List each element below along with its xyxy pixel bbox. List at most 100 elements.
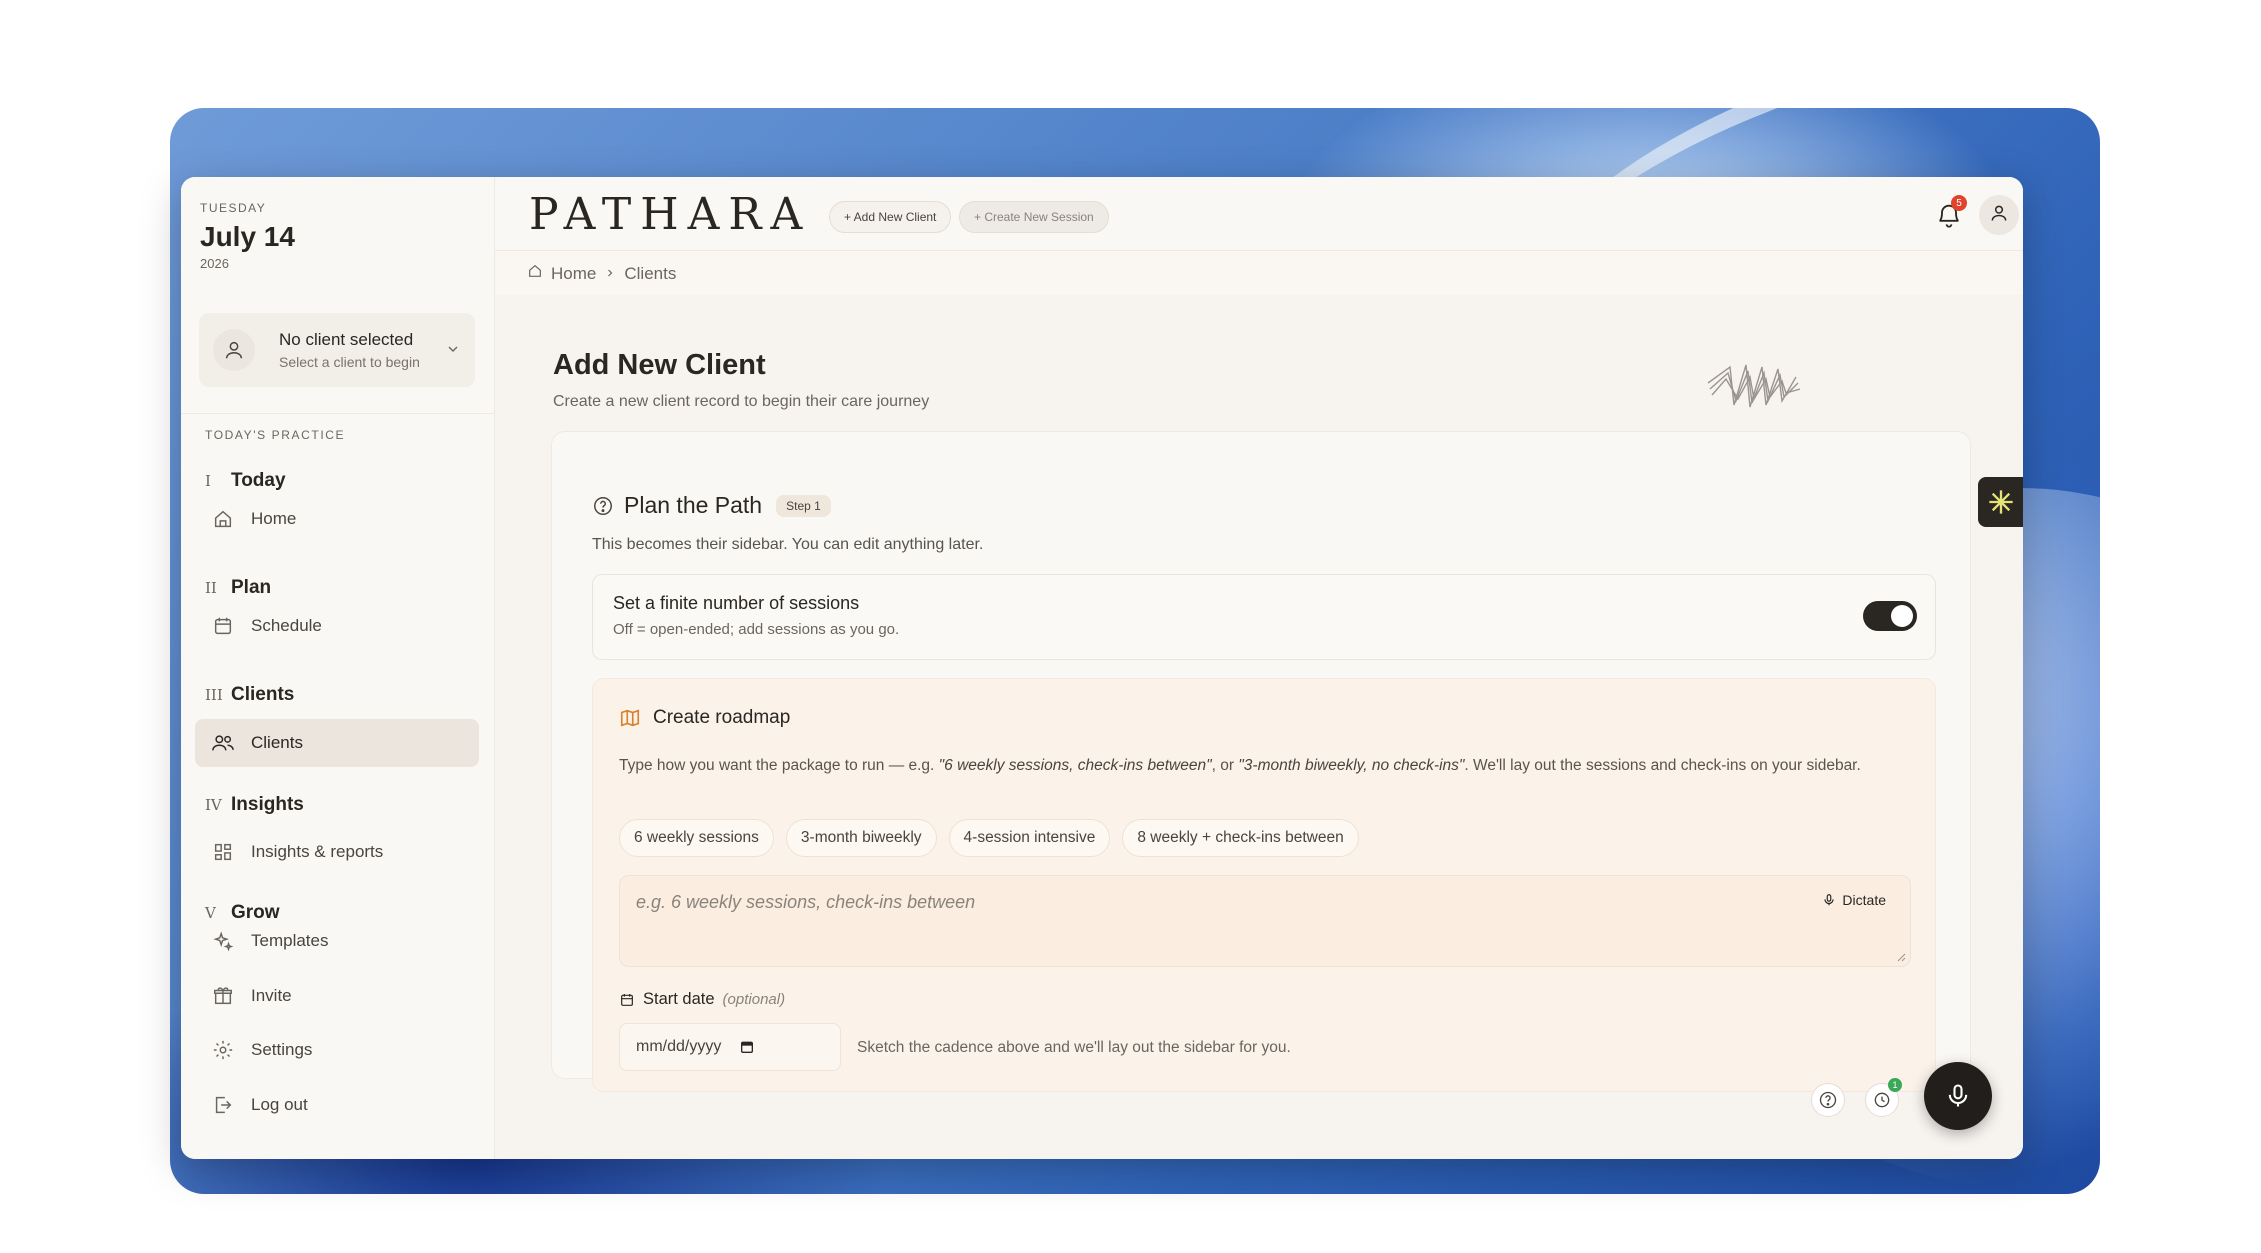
- group-numeral: III: [205, 686, 223, 704]
- nav-group-plan: II Plan: [205, 577, 271, 599]
- roadmap-title-text: Create roadmap: [653, 707, 791, 728]
- preset-chip[interactable]: 3-month biweekly: [785, 819, 937, 857]
- client-selector-subtitle: Select a client to begin: [279, 354, 420, 370]
- plan-the-path-card: Plan the Path Step 1 This becomes their …: [551, 431, 1971, 1092]
- sidebar-item-invite[interactable]: Invite: [195, 972, 479, 1020]
- sidebar-item-schedule[interactable]: Schedule: [195, 602, 479, 650]
- sidebar-item-templates[interactable]: Templates: [195, 917, 479, 965]
- scribble-illustration-icon: [1707, 364, 1801, 408]
- resize-grip-icon[interactable]: [1896, 952, 1906, 962]
- voice-assistant-button[interactable]: [1924, 1062, 1992, 1130]
- start-date-hint: Sketch the cadence above and we'll lay o…: [857, 1039, 1291, 1056]
- date-weekday: TUESDAY: [200, 201, 267, 215]
- sidebar-item-label: Log out: [251, 1095, 308, 1114]
- main-content: Add New Client Create a new client recor…: [495, 295, 2023, 1159]
- preset-chip[interactable]: 4-session intensive: [948, 819, 1111, 857]
- help-circle-icon: [592, 495, 614, 517]
- nav-group-today: I Today: [205, 470, 286, 492]
- desc-example: "3-month biweekly, no check-ins": [1238, 757, 1465, 774]
- group-label: Today: [231, 470, 286, 491]
- chevron-right-icon: [604, 264, 616, 284]
- preset-chip[interactable]: 6 weekly sessions: [619, 819, 774, 857]
- nav-group-insights: IV Insights: [205, 794, 304, 816]
- activity-badge: 1: [1888, 1078, 1902, 1092]
- sparkles-icon: [211, 929, 235, 953]
- roadmap-input-placeholder: e.g. 6 weekly sessions, check-ins betwee…: [636, 892, 976, 912]
- sidebar-item-logout[interactable]: Log out: [195, 1081, 479, 1129]
- sidebar-item-label: Settings: [251, 1040, 313, 1059]
- nav-group-clients: III Clients: [205, 684, 294, 706]
- roadmap-title: Create roadmap: [619, 707, 790, 729]
- desc-text: Type how you want the package to run — e…: [619, 757, 939, 774]
- user-icon: [1989, 203, 2009, 228]
- bell-icon: [1935, 204, 1963, 233]
- sidebar-item-label: Templates: [251, 931, 329, 950]
- grid-icon: [211, 840, 235, 864]
- activity-button[interactable]: 1: [1865, 1078, 1902, 1117]
- group-numeral: II: [205, 579, 217, 597]
- help-button[interactable]: [1811, 1083, 1845, 1117]
- calendar-picker-icon[interactable]: [739, 1039, 755, 1055]
- add-new-client-button[interactable]: + Add New Client: [829, 201, 952, 233]
- user-menu-button[interactable]: [1979, 195, 2019, 235]
- client-selector[interactable]: No client selected Select a client to be…: [199, 313, 475, 387]
- start-date-label: Start date (optional): [619, 990, 785, 1009]
- mic-icon: [1944, 1081, 1972, 1111]
- map-icon: [619, 707, 641, 729]
- clock-icon: [1872, 1090, 1892, 1110]
- desc-text: . We'll lay out the sessions and check-i…: [1464, 757, 1861, 774]
- sidebar-item-label: Clients: [251, 733, 303, 752]
- calendar-icon: [211, 614, 235, 638]
- date-day: July 14: [200, 221, 295, 252]
- step-subtitle: This becomes their sidebar. You can edit…: [592, 536, 984, 553]
- sidebar-item-insights[interactable]: Insights & reports: [195, 828, 479, 876]
- user-icon: [213, 329, 255, 371]
- finite-sessions-hint: Off = open-ended; add sessions as you go…: [613, 621, 900, 638]
- app-logo: PATHARA: [529, 189, 812, 240]
- sidebar-item-home[interactable]: Home: [195, 495, 479, 543]
- roadmap-input[interactable]: e.g. 6 weekly sessions, check-ins betwee…: [619, 875, 1911, 967]
- sidebar-item-clients[interactable]: Clients: [195, 719, 479, 767]
- notifications-button[interactable]: 5: [1935, 195, 1967, 233]
- finite-sessions-row: Set a finite number of sessions Off = op…: [592, 574, 1936, 660]
- group-numeral: I: [205, 472, 211, 490]
- group-label: Insights: [231, 794, 304, 815]
- group-label: Plan: [231, 577, 272, 598]
- notification-badge: 5: [1951, 195, 1967, 211]
- preset-chip[interactable]: 8 weekly + check-ins between: [1122, 819, 1359, 857]
- step-badge: Step 1: [776, 494, 831, 517]
- dictate-button[interactable]: Dictate: [1822, 892, 1886, 908]
- breadcrumb-current: Clients: [624, 263, 677, 283]
- sidebar: TUESDAY July 14 2026 No client selected …: [181, 177, 495, 1159]
- gear-icon: [211, 1038, 235, 1062]
- desc-example: "6 weekly sessions, check-ins between": [938, 757, 1212, 774]
- sidebar-item-label: Invite: [251, 986, 292, 1005]
- dictate-label: Dictate: [1842, 892, 1886, 908]
- step-title-text: Plan the Path: [624, 492, 763, 518]
- section-label: TODAY'S PRACTICE: [205, 428, 346, 442]
- start-date-input[interactable]: mm/dd/yyyy: [619, 1023, 841, 1071]
- home-icon: [527, 263, 543, 284]
- chevron-down-icon: [445, 341, 461, 362]
- preset-chips: 6 weekly sessions 3-month biweekly 4-ses…: [619, 819, 1359, 857]
- breadcrumb: Home Clients: [527, 263, 676, 284]
- breadcrumb-home-link[interactable]: Home: [551, 264, 596, 284]
- sparkle-burst-icon: [1987, 488, 2015, 516]
- calendar-icon: [619, 992, 635, 1008]
- date-block: TUESDAY July 14 2026: [200, 201, 295, 271]
- help-circle-icon: [1818, 1090, 1838, 1110]
- group-numeral: IV: [205, 796, 222, 814]
- mic-icon: [1822, 892, 1836, 908]
- divider: [181, 413, 495, 414]
- app-window: TUESDAY July 14 2026 No client selected …: [181, 177, 2023, 1159]
- assistant-side-tab[interactable]: [1978, 477, 2023, 527]
- page-title: Add New Client: [553, 349, 766, 381]
- group-label: Clients: [231, 684, 295, 705]
- sidebar-item-label: Schedule: [251, 616, 322, 635]
- gift-icon: [211, 984, 235, 1008]
- create-new-session-button[interactable]: + Create New Session: [959, 201, 1109, 233]
- finite-sessions-toggle[interactable]: [1863, 601, 1917, 631]
- start-date-optional: (optional): [722, 991, 786, 1008]
- sidebar-item-settings[interactable]: Settings: [195, 1026, 479, 1074]
- start-date-text: Start date: [643, 990, 715, 1008]
